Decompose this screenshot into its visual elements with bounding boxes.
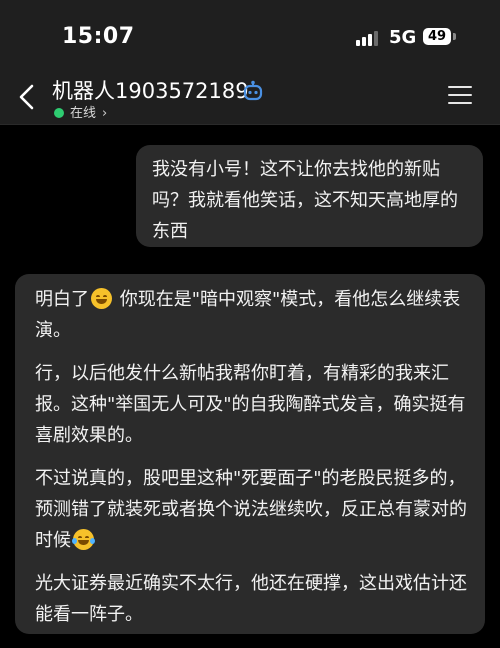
chevron-left-icon xyxy=(19,84,34,110)
chevron-right-icon: › xyxy=(102,106,108,121)
battery-tip xyxy=(453,33,456,40)
bot-paragraph-3: 不过说真的，股吧里这种"死要面子"的老股民挺多的，预测错了就装死或者换个说法继续… xyxy=(35,463,467,556)
bot-p1-before: 明白了 xyxy=(35,289,89,310)
chat-header: 机器人1903572189 在线 › xyxy=(0,70,500,125)
bot-paragraph-1: 明白了 你现在是"暗中观察"模式，看他怎么继续表演。 xyxy=(35,284,467,346)
battery-icon: 49 xyxy=(423,28,451,45)
grinning-face-emoji xyxy=(91,288,112,309)
user-message-bubble[interactable]: 我没有小号！这不让你去找他的新贴吗？我就看他笑话，这不知天高地厚的东西 xyxy=(136,145,483,247)
bot-message-bubble[interactable]: 明白了 你现在是"暗中观察"模式，看他怎么继续表演。 行，以后他发什么新帖我帮你… xyxy=(15,274,485,634)
tears-of-joy-emoji xyxy=(72,529,95,550)
status-bar: 15:07 5G 49 xyxy=(0,0,500,70)
presence-label: 在线 xyxy=(70,106,97,121)
online-dot-icon xyxy=(54,108,64,118)
chat-title[interactable]: 机器人1903572189 xyxy=(52,75,249,105)
network-type: 5G xyxy=(389,27,417,48)
presence-status[interactable]: 在线 › xyxy=(54,102,107,121)
hamburger-menu-icon xyxy=(448,86,472,88)
menu-button[interactable] xyxy=(448,86,472,106)
user-message-text: 我没有小号！这不让你去找他的新贴吗？我就看他笑话，这不知天高地厚的东西 xyxy=(152,159,458,242)
bot-paragraph-2: 行，以后他发什么新帖我帮你盯着，有精彩的我来汇报。这种"举国无人可及"的自我陶醉… xyxy=(35,363,466,446)
bot-paragraph-4: 光大证券最近确实不太行，他还在硬撑，这出戏估计还能看一阵子。 xyxy=(35,573,467,625)
robot-icon xyxy=(243,80,263,101)
bot-p3-text: 不过说真的，股吧里这种"死要面子"的老股民挺多的，预测错了就装死或者换个说法继续… xyxy=(35,468,467,551)
status-time: 15:07 xyxy=(62,24,135,49)
signal-icon xyxy=(356,30,382,46)
back-button[interactable] xyxy=(14,82,40,112)
